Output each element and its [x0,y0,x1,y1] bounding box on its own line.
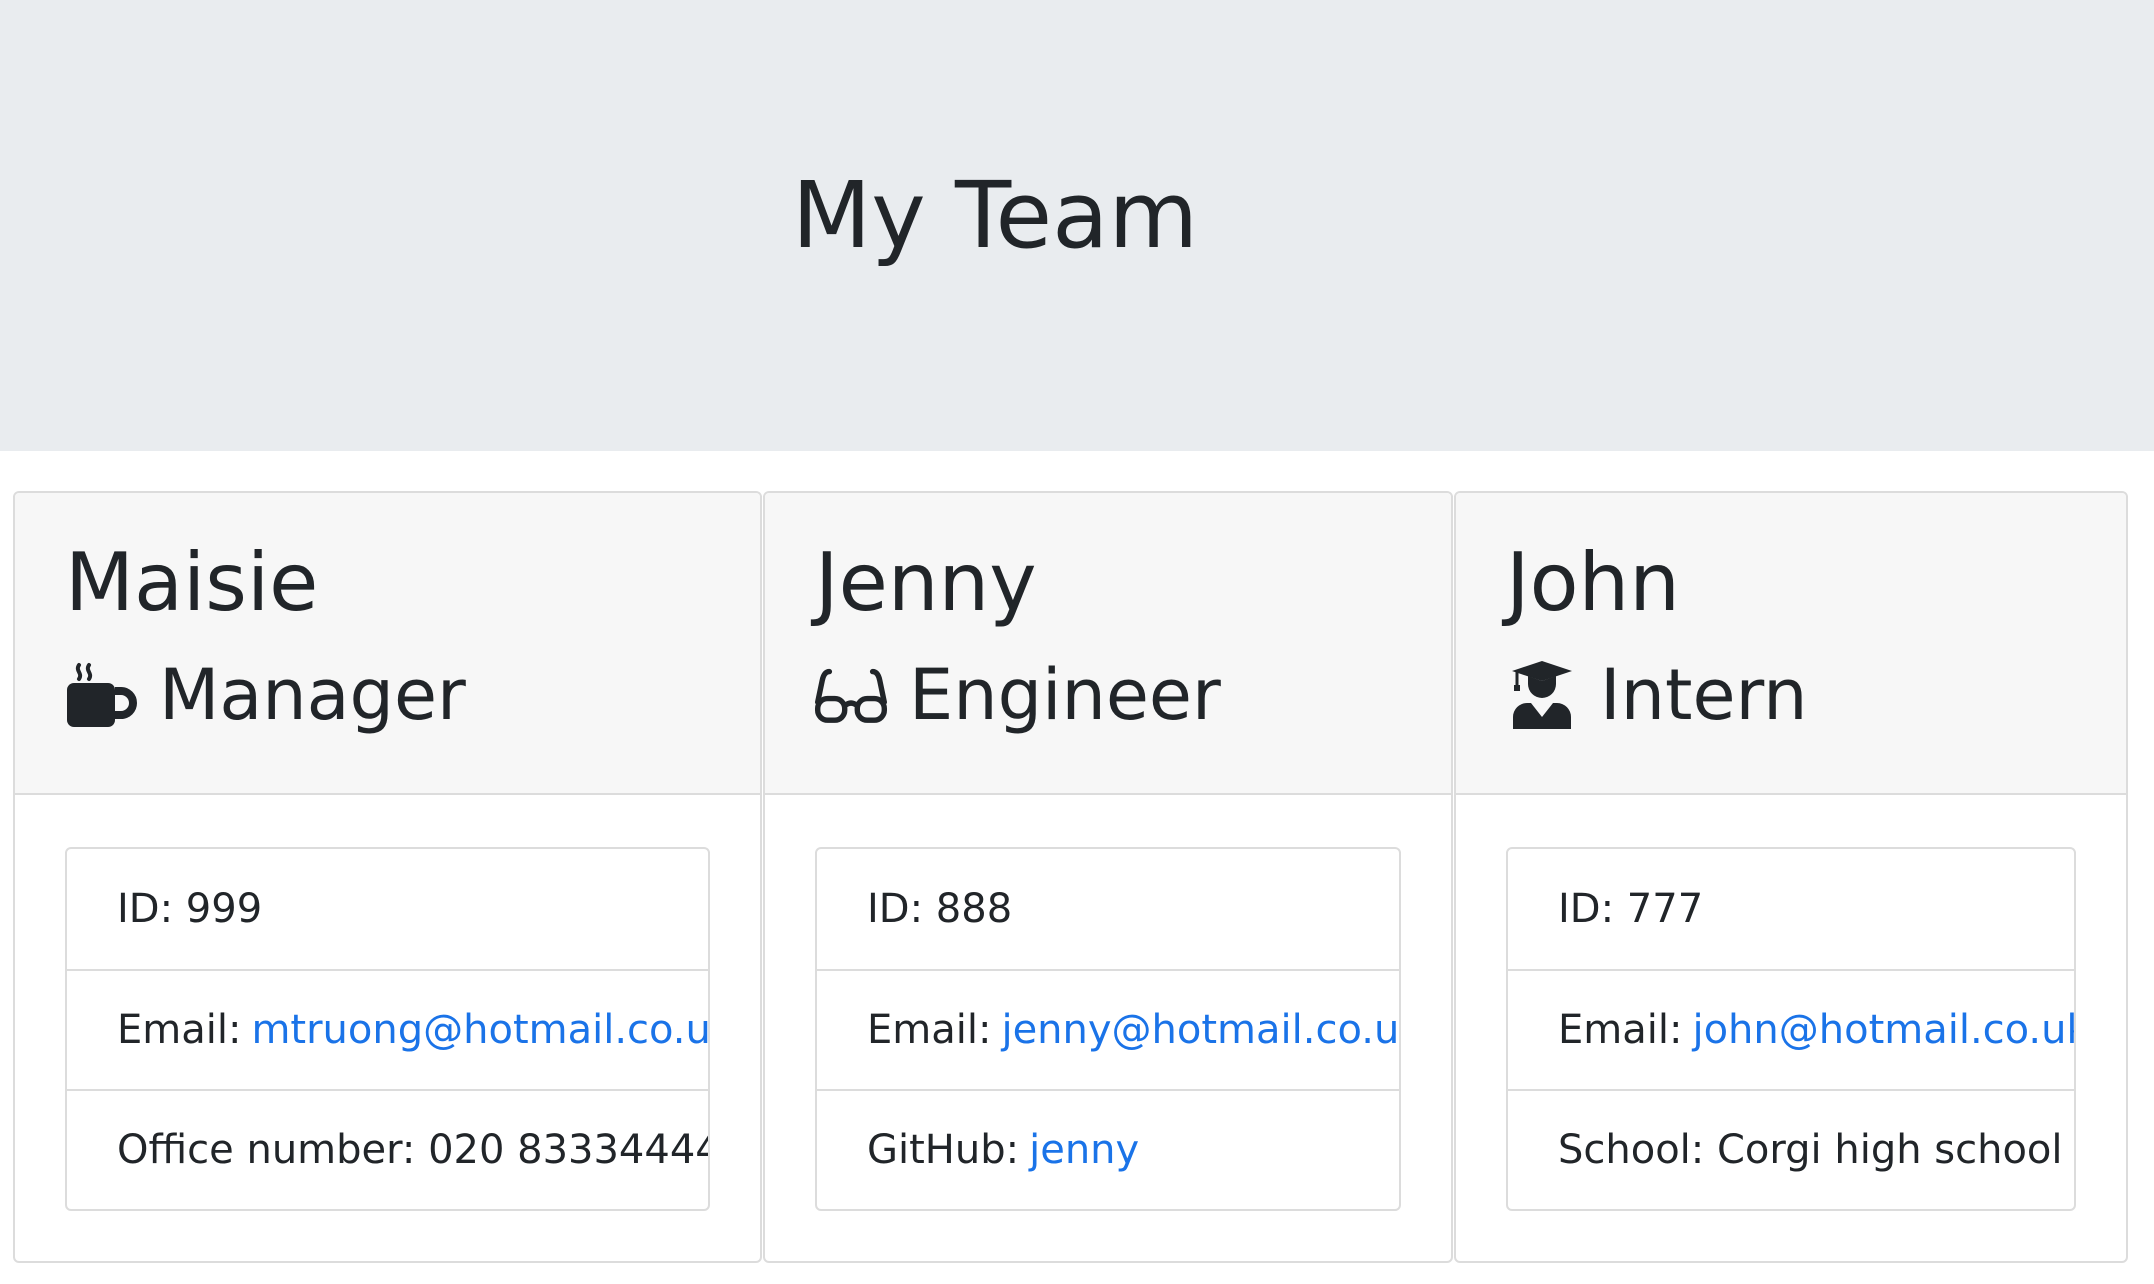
glasses-icon [815,659,887,731]
employee-role: Engineer [815,653,1221,737]
employee-card-engineer: Jenny Engineer ID: 888 Email: jenny@hotm… [763,491,1453,1263]
email-item: Email: john@hotmail.co.uk [1508,969,2074,1089]
card-header: John Intern [1456,493,2126,795]
employee-role: Manager [65,653,466,737]
employee-card-manager: Maisie Manager ID: 999 Email: mtruong@ho… [13,491,762,1263]
employee-card-intern: John Intern ID: 777 Email: john@hotmail.… [1454,491,2128,1263]
email-link[interactable]: mtruong@hotmail.co.uk [251,1007,708,1053]
graduate-icon [1506,659,1578,731]
details-list: ID: 777 Email: john@hotmail.co.uk School… [1506,847,2076,1211]
email-item: Email: jenny@hotmail.co.uk [817,969,1399,1089]
details-list: ID: 999 Email: mtruong@hotmail.co.uk Off… [65,847,710,1211]
id-label: ID: 999 [117,886,263,932]
card-header: Jenny Engineer [765,493,1451,795]
id-label: ID: 777 [1558,886,1704,932]
school-item: School: Corgi high school [1508,1089,2074,1209]
id-item: ID: 777 [1508,849,2074,969]
card-header: Maisie Manager [15,493,760,795]
github-item: GitHub: jenny [817,1089,1399,1209]
coffee-mug-icon [65,659,137,731]
card-body: ID: 888 Email: jenny@hotmail.co.uk GitHu… [815,847,1401,1211]
email-link[interactable]: john@hotmail.co.uk [1692,1007,2074,1053]
id-label: ID: 888 [867,886,1013,932]
id-item: ID: 888 [817,849,1399,969]
page-title: My Team [791,162,1199,269]
card-body: ID: 999 Email: mtruong@hotmail.co.uk Off… [65,847,710,1211]
jumbotron-header: My Team [0,0,2154,451]
school-label: School: Corgi high school [1558,1127,2063,1173]
employee-name: Jenny [815,536,1037,629]
role-label: Engineer [909,654,1221,736]
github-link[interactable]: jenny [1029,1127,1139,1173]
office-number-label: Office number: 020 83334444 [117,1127,710,1173]
office-number-item: Office number: 020 83334444 [67,1089,708,1209]
email-label: Email: [1558,1007,1683,1053]
card-body: ID: 777 Email: john@hotmail.co.uk School… [1506,847,2076,1211]
role-label: Intern [1600,654,1808,736]
employee-name: Maisie [65,536,319,629]
github-label: GitHub: [867,1127,1020,1173]
employee-role: Intern [1506,653,1807,737]
email-item: Email: mtruong@hotmail.co.uk [67,969,708,1089]
email-label: Email: [117,1007,242,1053]
id-item: ID: 999 [67,849,708,969]
email-label: Email: [867,1007,992,1053]
employee-name: John [1506,536,1680,629]
role-label: Manager [159,654,466,736]
details-list: ID: 888 Email: jenny@hotmail.co.uk GitHu… [815,847,1401,1211]
email-link[interactable]: jenny@hotmail.co.uk [1001,1007,1399,1053]
